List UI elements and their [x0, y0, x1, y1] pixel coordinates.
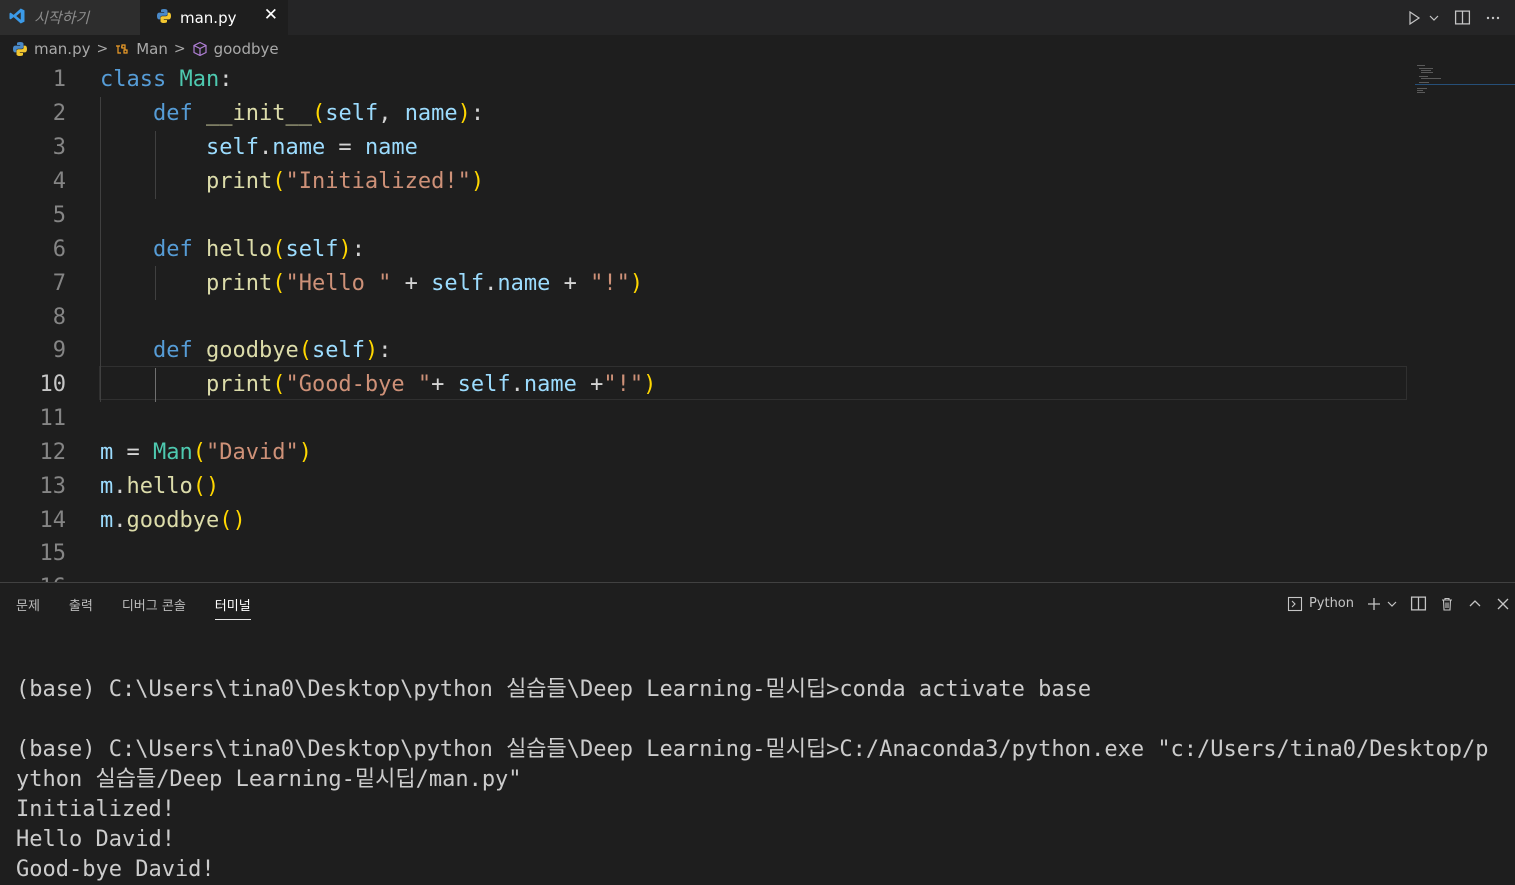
- code-line: 11: [0, 402, 1410, 436]
- line-number: 7: [52, 271, 66, 296]
- code-line-current: 10 print("Good-bye "+ self.name +"!"): [0, 368, 1410, 402]
- code-text: print("Initialized!"): [205, 169, 485, 194]
- code-line: 2 def __init__(self, name):: [0, 97, 1410, 131]
- code-text: print("Good-bye "+ self.name +"!"): [205, 372, 657, 397]
- line-number: 4: [52, 169, 66, 194]
- code-text: def hello(self):: [152, 237, 365, 262]
- code-line: 15: [0, 537, 1410, 571]
- terminal-icon: [1287, 596, 1302, 611]
- line-number: 1: [52, 67, 66, 92]
- code-editor[interactable]: 1 class Man: 2 def __init__(self, name):…: [0, 63, 1515, 582]
- tab-output[interactable]: 출력: [69, 595, 93, 620]
- line-number: 3: [52, 135, 66, 160]
- line-number: 9: [52, 338, 66, 363]
- breadcrumb-method-label: goodbye: [213, 40, 279, 58]
- line-number: 11: [39, 406, 67, 431]
- chevron-down-icon: [1429, 15, 1439, 21]
- code-line: 1 class Man:: [0, 63, 1410, 97]
- breadcrumb-method[interactable]: goodbye: [192, 40, 279, 58]
- panel-tabs: 문제 출력 디버그 콘솔 터미널: [16, 595, 280, 620]
- method-icon: [192, 41, 207, 57]
- plus-icon[interactable]: [1366, 596, 1398, 612]
- terminal-select[interactable]: Python: [1287, 596, 1354, 612]
- code-text: m = Man("David"): [100, 440, 312, 465]
- code-line: 13 m.hello(): [0, 470, 1410, 504]
- run-icon[interactable]: [1406, 10, 1440, 26]
- terminal-line: Initialized!: [16, 797, 175, 822]
- code-text: print("Hello " + self.name + "!"): [205, 271, 644, 296]
- code-line: 6 def hello(self):: [0, 233, 1410, 267]
- chevron-down-icon: [1387, 601, 1397, 607]
- split-terminal-icon[interactable]: [1410, 595, 1427, 612]
- vscode-icon: [8, 7, 26, 29]
- panel-actions: Python: [1275, 595, 1511, 612]
- breadcrumb-file-label: man.py: [34, 40, 91, 58]
- code-text: m.hello(): [100, 474, 220, 499]
- tab-bar: 시작하기 man.py ✕: [0, 0, 1515, 35]
- code-line: 16: [0, 571, 1410, 582]
- code-line: 12 m = Man("David"): [0, 436, 1410, 470]
- editor-actions: [1406, 0, 1515, 35]
- breadcrumb-class-label: Man: [136, 40, 168, 58]
- code-line: 14 m.goodbye(): [0, 504, 1410, 538]
- tab-terminal[interactable]: 터미널: [214, 595, 251, 620]
- code-text: def goodbye(self):: [152, 338, 392, 363]
- terminal-line: (base) C:\Users\tina0\Desktop\python 실습들…: [16, 737, 1489, 762]
- python-file-icon: [156, 8, 172, 28]
- tab-problems[interactable]: 문제: [16, 595, 40, 620]
- code-text: def __init__(self, name):: [152, 101, 485, 126]
- terminal-shell-label: Python: [1308, 596, 1354, 611]
- python-file-icon: [13, 42, 27, 56]
- line-number: 14: [39, 508, 67, 533]
- code-line: 4 print("Initialized!"): [0, 165, 1410, 199]
- minimap[interactable]: [1415, 63, 1515, 582]
- breadcrumb-file[interactable]: man.py: [12, 40, 90, 58]
- line-number: 6: [52, 237, 66, 262]
- breadcrumb-separator: >: [96, 41, 109, 57]
- terminal-line: Good-bye David!: [16, 857, 215, 882]
- close-icon[interactable]: ✕: [264, 5, 278, 25]
- line-number: 8: [52, 305, 66, 330]
- line-number: 5: [52, 203, 66, 228]
- tab-start-label: 시작하기: [34, 9, 90, 27]
- breadcrumb: man.py > Man > goodbye: [0, 35, 1515, 63]
- line-number: 10: [39, 372, 67, 397]
- tab-man-py[interactable]: man.py ✕: [140, 0, 288, 35]
- split-editor-icon[interactable]: [1454, 9, 1471, 26]
- terminal-line: ython 실습들/Deep Learning-밑시딥/man.py": [16, 767, 522, 792]
- bottom-panel: 문제 출력 디버그 콘솔 터미널 Python (base) C:\Users\…: [0, 582, 1515, 883]
- line-number: 16: [0, 571, 67, 582]
- class-icon: [116, 44, 128, 54]
- code-line: 8: [0, 301, 1410, 335]
- terminal-line: Hello David!: [16, 827, 175, 852]
- line-number: 15: [39, 541, 67, 566]
- tab-start[interactable]: 시작하기: [0, 0, 140, 35]
- line-number: 12: [39, 440, 67, 465]
- tab-debug-console[interactable]: 디버그 콘솔: [122, 595, 186, 620]
- chevron-up-icon[interactable]: [1467, 596, 1483, 612]
- code-line: 9 def goodbye(self):: [0, 334, 1410, 368]
- code-text: class Man:: [100, 67, 233, 92]
- tab-man-py-label: man.py: [180, 8, 237, 27]
- code-line: 7 print("Hello " + self.name + "!"): [0, 267, 1410, 301]
- trash-icon[interactable]: [1439, 596, 1455, 612]
- close-panel-icon[interactable]: [1495, 596, 1511, 612]
- breadcrumb-separator: >: [173, 41, 186, 57]
- breadcrumb-class[interactable]: Man: [114, 40, 168, 58]
- more-icon[interactable]: [1485, 10, 1501, 26]
- code-line: 3 self.name = name: [0, 131, 1410, 165]
- code-text: self.name = name: [205, 135, 418, 160]
- line-number: 2: [52, 101, 66, 126]
- code-text: m.goodbye(): [100, 508, 246, 533]
- terminal-output[interactable]: (base) C:\Users\tina0\Desktop\python 실습들…: [16, 675, 1488, 885]
- code-line: 5: [0, 199, 1410, 233]
- terminal-line: (base) C:\Users\tina0\Desktop\python 실습들…: [16, 677, 1092, 702]
- line-number: 13: [39, 474, 67, 499]
